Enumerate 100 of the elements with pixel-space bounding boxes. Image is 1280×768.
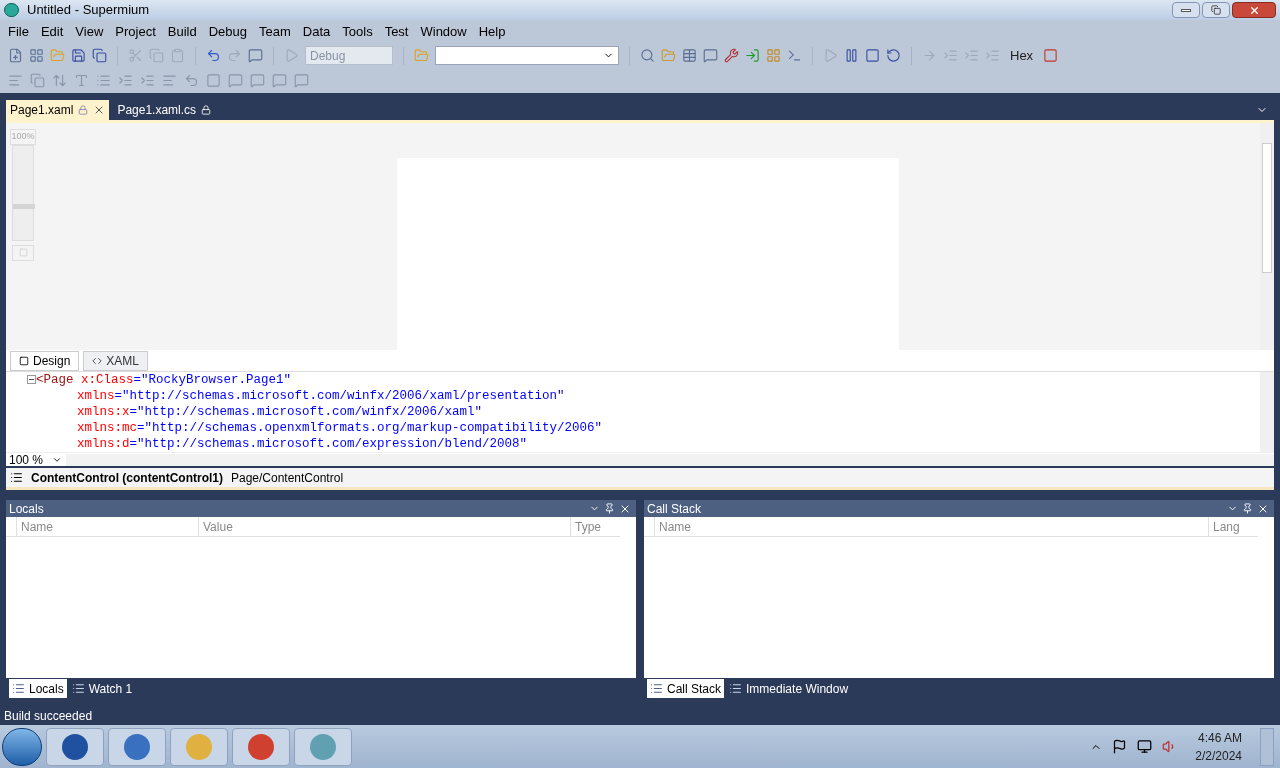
frame-icon (18, 248, 28, 257)
cut-icon[interactable] (128, 48, 143, 63)
column-header[interactable]: Type (570, 517, 620, 536)
zoom-label: 100% (10, 129, 36, 145)
lock-icon (201, 105, 212, 115)
network-icon[interactable] (1137, 739, 1153, 754)
restore-icon (1211, 5, 1221, 15)
tab-label: Page1.xaml (10, 102, 74, 119)
new-project-icon[interactable] (8, 48, 23, 63)
close-icon (1248, 4, 1260, 16)
undo-icon[interactable] (206, 48, 221, 63)
panel-title: Call Stack (647, 500, 702, 518)
stop-icon[interactable] (865, 48, 880, 63)
menu-item[interactable]: File (2, 21, 35, 42)
menu-item[interactable]: Team (253, 21, 297, 42)
pause-icon[interactable] (844, 48, 859, 63)
import-icon[interactable] (745, 48, 760, 63)
code-icon (92, 356, 103, 366)
view-tab[interactable]: XAML (83, 351, 149, 371)
menu-item[interactable]: Window (414, 21, 473, 42)
zoom-dropdown[interactable]: 100 % (6, 450, 66, 469)
fit-icon[interactable] (12, 244, 34, 261)
font-icon[interactable] (74, 73, 89, 88)
minimize-icon (1181, 8, 1191, 12)
code-line: xmlns="http://schemas.microsoft.com/winfx/2006/xaml/presentation" (76, 388, 565, 404)
document-tab[interactable]: Page1.xaml (6, 100, 110, 120)
console-icon[interactable] (787, 48, 802, 63)
find-icon[interactable] (640, 48, 655, 63)
tools-icon[interactable] (724, 48, 739, 63)
code-line: <Page x:Class="RockyBrowser.Page1" (36, 372, 292, 388)
window-title: Untitled - Supermium (27, 1, 150, 20)
clock-date[interactable]: 2/2/2024 (1195, 746, 1242, 765)
folder-icon[interactable] (50, 48, 65, 63)
align-icon[interactable] (8, 73, 23, 88)
scrollbar[interactable] (1260, 123, 1274, 350)
menu-item[interactable]: Help (472, 21, 512, 42)
find-field[interactable] (435, 46, 619, 65)
view-tab[interactable]: Design (10, 351, 80, 371)
pin-icon[interactable] (604, 503, 615, 514)
continue-icon[interactable] (823, 48, 838, 63)
outdent-icon[interactable] (140, 73, 155, 88)
show-desktop-button[interactable] (1260, 727, 1274, 766)
panel-title: Locals (9, 500, 44, 518)
menu-item[interactable]: View (69, 21, 110, 42)
start-button[interactable] (2, 727, 42, 766)
pin-icon[interactable] (1242, 503, 1253, 514)
code-line: xmlns:mc="http://schemas.openxmlformats.org/markup-compatibility/2006" (76, 420, 603, 436)
paste-icon[interactable] (170, 48, 185, 63)
minimize-button[interactable] (1172, 2, 1200, 18)
column-header[interactable]: Lang (1208, 517, 1258, 536)
window-icon (729, 682, 743, 695)
panel-tab[interactable]: Watch 1 (68, 679, 136, 698)
status-text: Build succeeded (3, 708, 94, 725)
menu-item[interactable]: Project (109, 21, 162, 42)
menu-item[interactable]: Data (296, 21, 337, 42)
menu-item[interactable]: Edit (34, 21, 70, 42)
document-tab[interactable]: Page1.xaml.cs (113, 100, 216, 120)
table-icon[interactable] (682, 48, 697, 63)
close-button[interactable] (1232, 2, 1276, 18)
save-icon[interactable] (71, 48, 86, 63)
flag-icon[interactable] (1112, 739, 1128, 754)
panel-tab[interactable]: Call Stack (647, 679, 725, 698)
window-icon (650, 682, 663, 695)
step-out-icon[interactable] (985, 48, 1000, 63)
menu-item[interactable]: Debug (202, 21, 253, 42)
column-header[interactable]: Name (16, 517, 198, 536)
tab-label: Page1.xaml.cs (117, 102, 197, 119)
column-header[interactable]: Name (654, 517, 1208, 536)
app-logo-icon (4, 3, 19, 17)
panel-tab[interactable]: Locals (9, 679, 67, 698)
clock-time[interactable]: 4:46 AM (1197, 728, 1242, 747)
column-header[interactable]: Value (198, 517, 570, 536)
restore-button[interactable] (1202, 2, 1230, 18)
list-icon[interactable] (96, 73, 111, 88)
collapse-icon[interactable] (27, 375, 36, 384)
step-into-icon[interactable] (943, 48, 958, 63)
slider-thumb[interactable] (13, 204, 35, 209)
restart-icon[interactable] (886, 48, 901, 63)
code-line: xmlns:x="http://schemas.microsoft.com/winfx/2006/xaml" (76, 404, 483, 420)
menu-item[interactable]: Test (378, 21, 415, 42)
scrollbar[interactable] (1260, 372, 1274, 452)
menu-item[interactable]: Build (161, 21, 203, 42)
start-icon[interactable] (284, 48, 299, 63)
step-icon[interactable] (922, 48, 937, 63)
menu-item[interactable]: Tools (336, 21, 379, 42)
hex-button[interactable]: Hex (1006, 45, 1038, 66)
element-path[interactable]: Page/ContentControl (230, 468, 344, 487)
panel-tab[interactable]: Immediate Window (726, 679, 852, 698)
selected-element[interactable]: ContentControl (contentControl1) (31, 468, 223, 487)
window-icon (71, 682, 85, 695)
lock-icon (78, 105, 89, 115)
horizontal-scrollbar[interactable] (66, 453, 1274, 466)
indent-icon[interactable] (118, 73, 133, 88)
zoom-slider[interactable] (12, 144, 34, 241)
copy-icon[interactable] (149, 48, 164, 63)
grid-icon[interactable] (29, 48, 44, 63)
window-icon (12, 682, 25, 695)
rectangle-icon[interactable] (206, 73, 221, 88)
redo-icon[interactable] (227, 48, 242, 63)
step-over-icon[interactable] (964, 48, 979, 63)
